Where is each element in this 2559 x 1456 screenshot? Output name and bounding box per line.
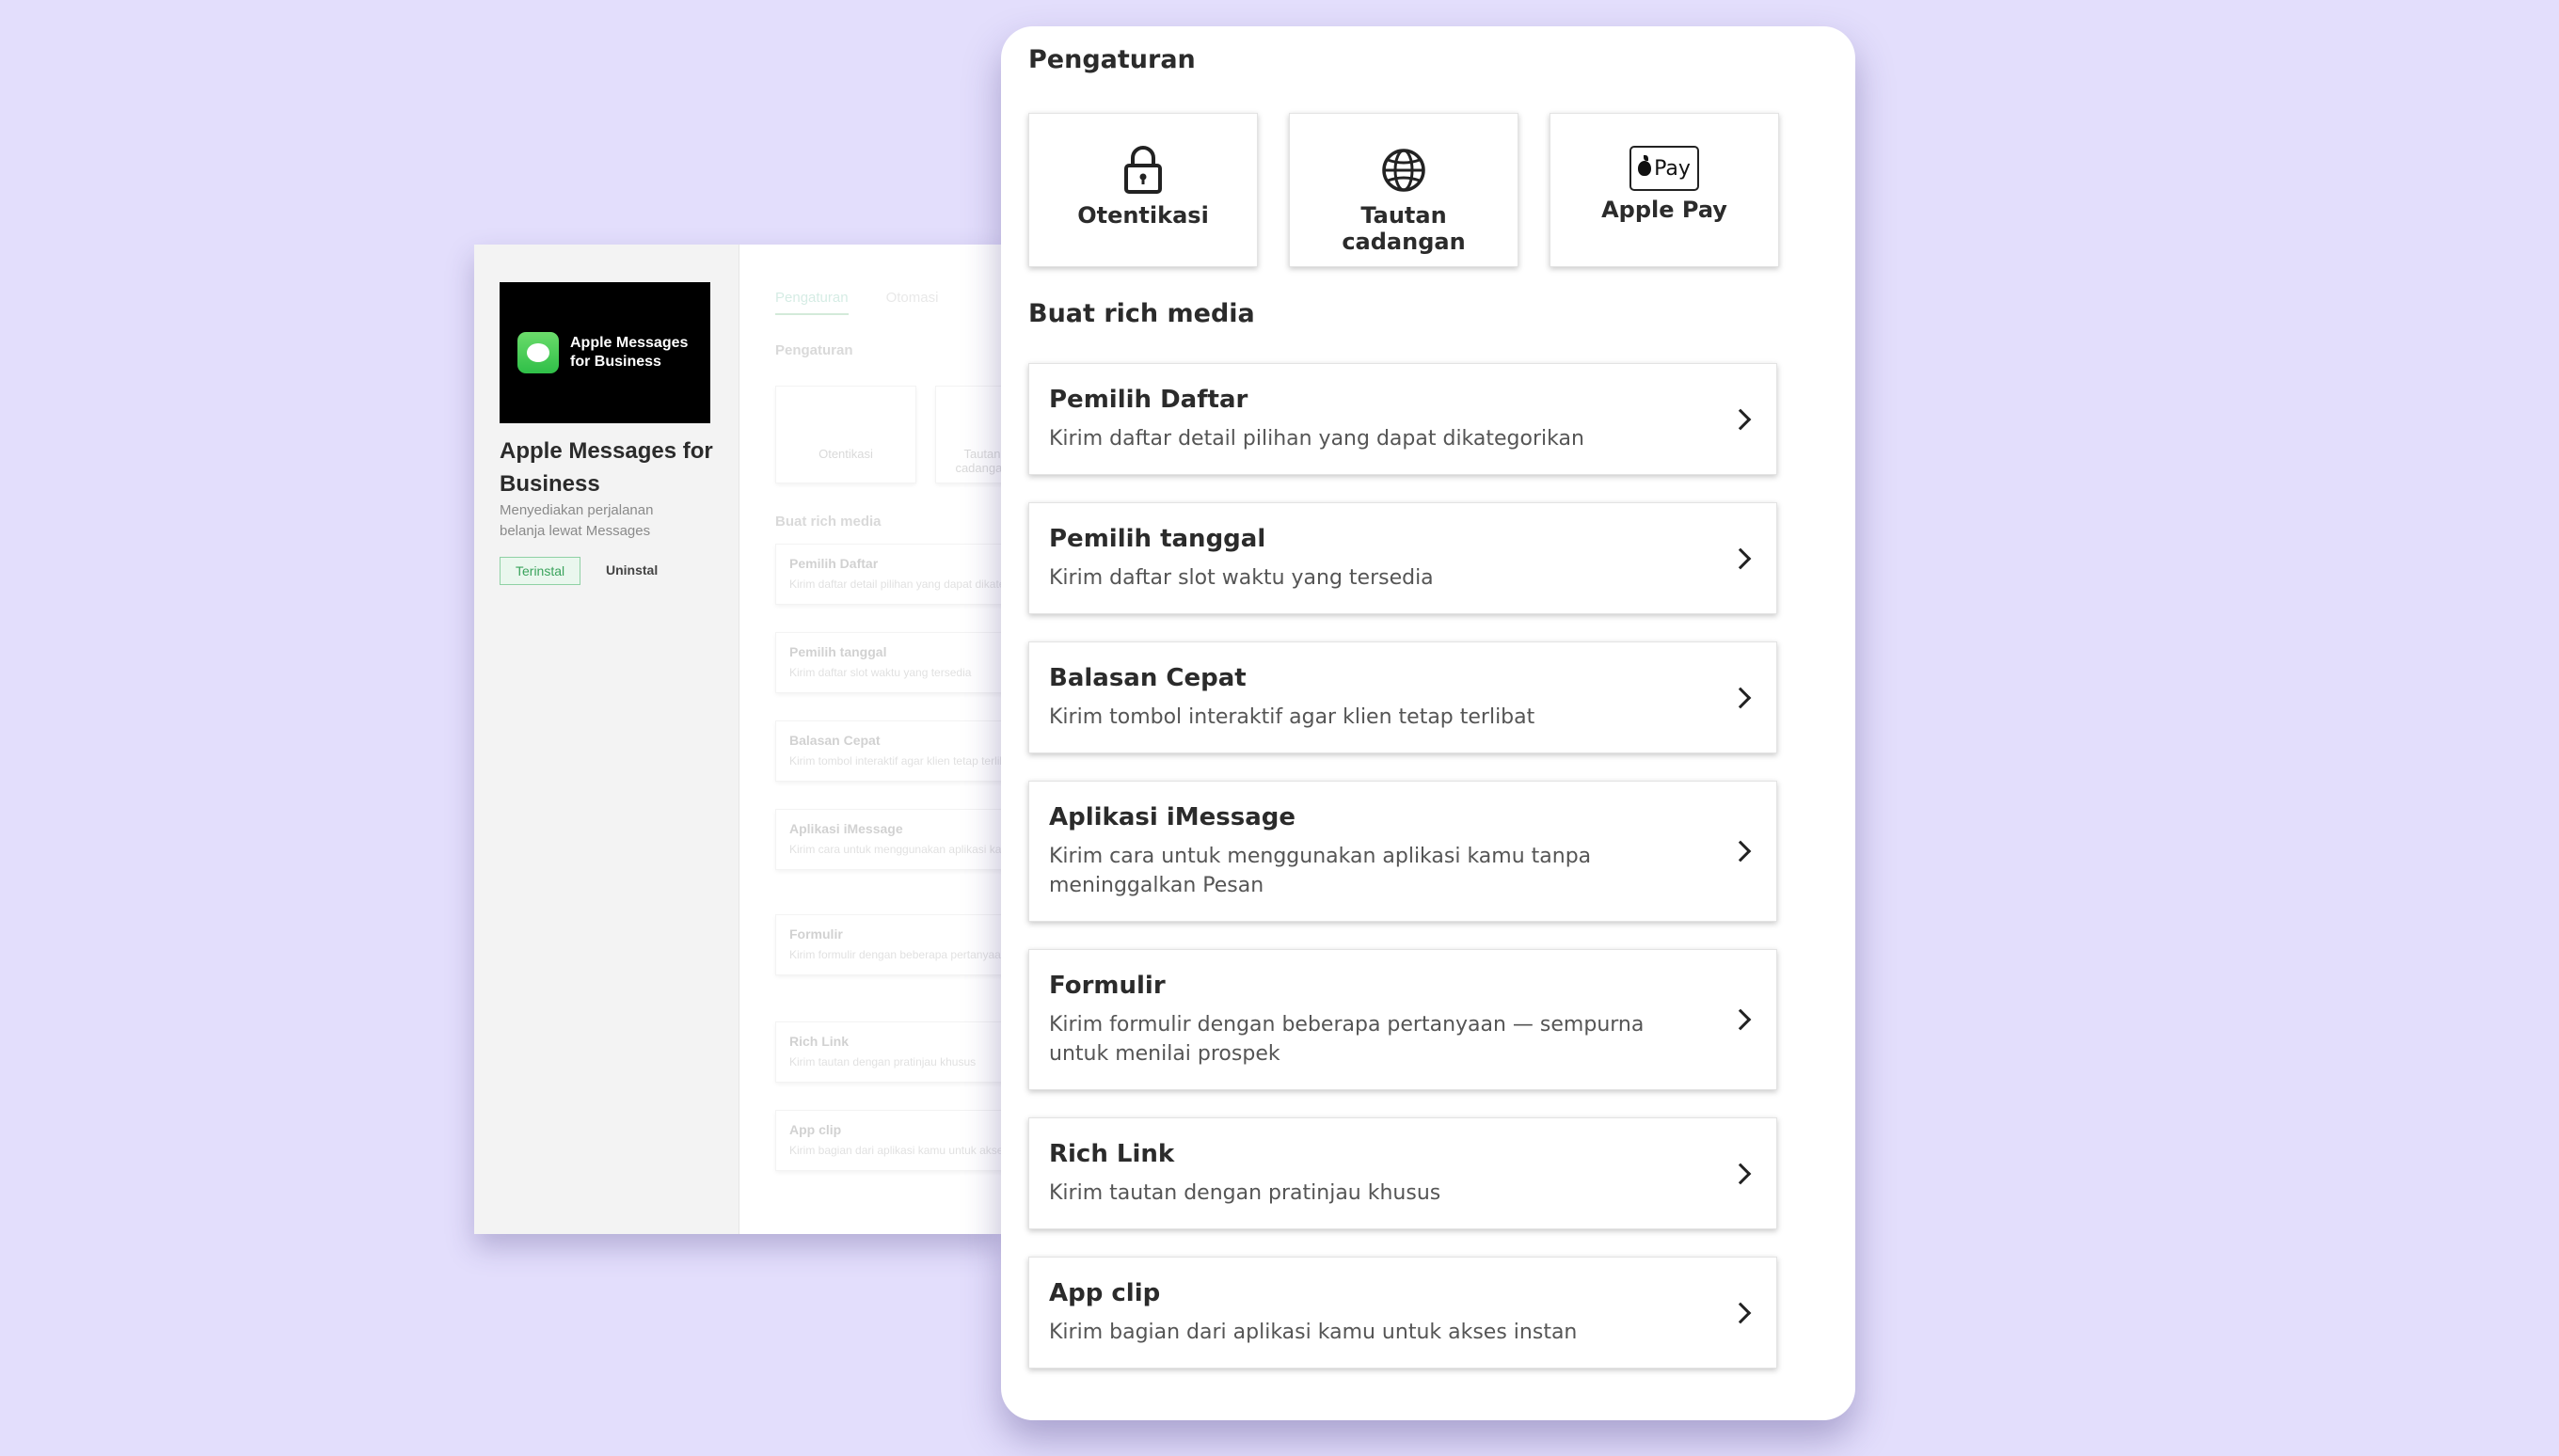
settings-panel: Pengaturan Otentikasi Tautan cadangan Pa… [1001, 26, 1855, 1420]
background-item-title: Balasan Cepat [789, 733, 881, 748]
background-item-desc: Kirim formulir dengan beberapa pertanyaa… [789, 948, 1001, 961]
background-list-item[interactable]: Balasan Cepat Kirim tombol interaktif ag… [775, 720, 1001, 782]
chevron-right-icon [1729, 1302, 1752, 1323]
logo-text: Apple Messages for Business [570, 335, 689, 370]
rich-media-heading: Buat rich media [1028, 299, 1255, 328]
background-list-item[interactable]: App clip Kirim bagian dari aplikasi kamu… [775, 1110, 1001, 1171]
background-section-settings: Pengaturan [775, 342, 853, 358]
apple-pay-icon: Pay [1629, 146, 1699, 191]
background-tabs: Pengaturan Otomasi [775, 290, 938, 315]
background-section-rich: Buat rich media [775, 514, 882, 530]
background-item-desc: Kirim bagian dari aplikasi kamu untuk ak… [789, 1144, 1001, 1157]
apple-pay-card[interactable]: Pay Apple Pay [1550, 113, 1779, 267]
apple-pay-icon-text: Pay [1654, 156, 1691, 181]
background-list-item[interactable]: Aplikasi iMessage Kirim cara untuk mengg… [775, 809, 1001, 870]
rich-item-description: Kirim bagian dari aplikasi kamu untuk ak… [1049, 1321, 1578, 1344]
background-item-desc: Kirim daftar slot waktu yang tersedia [789, 666, 972, 679]
lock-icon [1122, 144, 1164, 197]
rich-item-title: Pemilih Daftar [1049, 386, 1248, 414]
apple-pay-label: Apple Pay [1601, 197, 1727, 223]
background-item-desc: Kirim tombol interaktif agar klien tetap… [789, 754, 1001, 768]
app-title: Apple Messages for Business [500, 438, 713, 497]
chevron-right-icon [1729, 840, 1752, 863]
background-item-title: App clip [789, 1122, 842, 1137]
chevron-right-icon [1729, 1008, 1752, 1031]
app-logo: Apple Messages for Business [500, 282, 710, 423]
background-list-item[interactable]: Rich Link Kirim tautan dengan pratinjau … [775, 1021, 1001, 1083]
rich-item-description: Kirim tautan dengan pratinjau khusus [1049, 1181, 1441, 1205]
apple-logo-icon [1638, 155, 1652, 176]
rich-item-description: Kirim daftar detail pilihan yang dapat d… [1049, 427, 1584, 451]
background-item-title: Formulir [789, 926, 843, 942]
chevron-right-icon [1729, 547, 1752, 569]
rich-item-quick-reply[interactable]: Balasan Cepat Kirim tombol interaktif ag… [1028, 641, 1777, 753]
background-item-desc: Kirim cara untuk menggunakan aplikasi ka… [789, 843, 1001, 856]
rich-item-title: Aplikasi iMessage [1049, 803, 1295, 831]
panel-title: Pengaturan [1028, 45, 1196, 74]
background-card-auth[interactable]: Otentikasi [775, 386, 916, 483]
background-item-title: Pemilih Daftar [789, 556, 879, 571]
rich-item-form[interactable]: Formulir Kirim formulir dengan beberapa … [1028, 949, 1777, 1090]
background-item-title: Aplikasi iMessage [789, 821, 903, 836]
settings-cards: Otentikasi Tautan cadangan Pay Apple Pay [1028, 113, 1779, 267]
rich-item-app-clip[interactable]: App clip Kirim bagian dari aplikasi kamu… [1028, 1257, 1777, 1369]
rich-item-title: Formulir [1049, 972, 1166, 1000]
rich-item-date-picker[interactable]: Pemilih tanggal Kirim daftar slot waktu … [1028, 502, 1777, 614]
rich-item-list-picker[interactable]: Pemilih Daftar Kirim daftar detail pilih… [1028, 363, 1777, 475]
background-card-fallback[interactable]: Tautan cadangan [935, 386, 1001, 483]
rich-item-title: Pemilih tanggal [1049, 525, 1266, 553]
fallback-link-card[interactable]: Tautan cadangan [1289, 113, 1518, 267]
background-app-window: Apple Messages for Business Apple Messag… [474, 245, 1001, 1234]
chevron-right-icon [1729, 687, 1752, 708]
rich-item-title: App clip [1049, 1279, 1161, 1307]
background-item-desc: Kirim daftar detail pilihan yang dapat d… [789, 578, 1001, 591]
messages-bubble-icon [517, 332, 559, 373]
authentication-card[interactable]: Otentikasi [1028, 113, 1258, 267]
app-description: Menyediakan perjalanan belanja lewat Mes… [500, 502, 654, 539]
app-sidebar: Apple Messages for Business Apple Messag… [474, 245, 739, 1234]
rich-item-description: Kirim formulir dengan beberapa pertanyaa… [1049, 1013, 1645, 1066]
background-list-item[interactable]: Formulir Kirim formulir dengan beberapa … [775, 914, 1001, 975]
rich-item-title: Rich Link [1049, 1140, 1175, 1168]
authentication-label: Otentikasi [1077, 202, 1209, 229]
rich-item-description: Kirim daftar slot waktu yang tersedia [1049, 566, 1434, 590]
rich-item-imessage-app[interactable]: Aplikasi iMessage Kirim cara untuk mengg… [1028, 781, 1777, 922]
chevron-right-icon [1729, 408, 1752, 430]
background-item-desc: Kirim tautan dengan pratinjau khusus [789, 1055, 977, 1068]
globe-icon [1380, 144, 1427, 197]
background-main-content: Pengaturan Otomasi Pengaturan Otentikasi… [739, 245, 1001, 1234]
background-item-title: Pemilih tanggal [789, 644, 887, 659]
rich-item-description: Kirim cara untuk menggunakan aplikasi ka… [1049, 845, 1592, 897]
uninstall-button[interactable]: Uninstal [606, 562, 658, 578]
chevron-right-icon [1729, 1163, 1752, 1184]
rich-item-rich-link[interactable]: Rich Link Kirim tautan dengan pratinjau … [1028, 1117, 1777, 1229]
background-item-title: Rich Link [789, 1034, 850, 1049]
tab-automation[interactable]: Otomasi [886, 290, 939, 315]
tab-settings[interactable]: Pengaturan [775, 290, 849, 315]
installed-badge: Terinstal [500, 557, 581, 585]
rich-item-title: Balasan Cepat [1049, 664, 1247, 692]
rich-media-list: Pemilih Daftar Kirim daftar detail pilih… [1028, 363, 1777, 1396]
background-list-item[interactable]: Pemilih Daftar Kirim daftar detail pilih… [775, 544, 1001, 605]
background-list-item[interactable]: Pemilih tanggal Kirim daftar slot waktu … [775, 632, 1001, 693]
rich-item-description: Kirim tombol interaktif agar klien tetap… [1049, 705, 1535, 729]
fallback-link-label: Tautan cadangan [1342, 202, 1466, 255]
